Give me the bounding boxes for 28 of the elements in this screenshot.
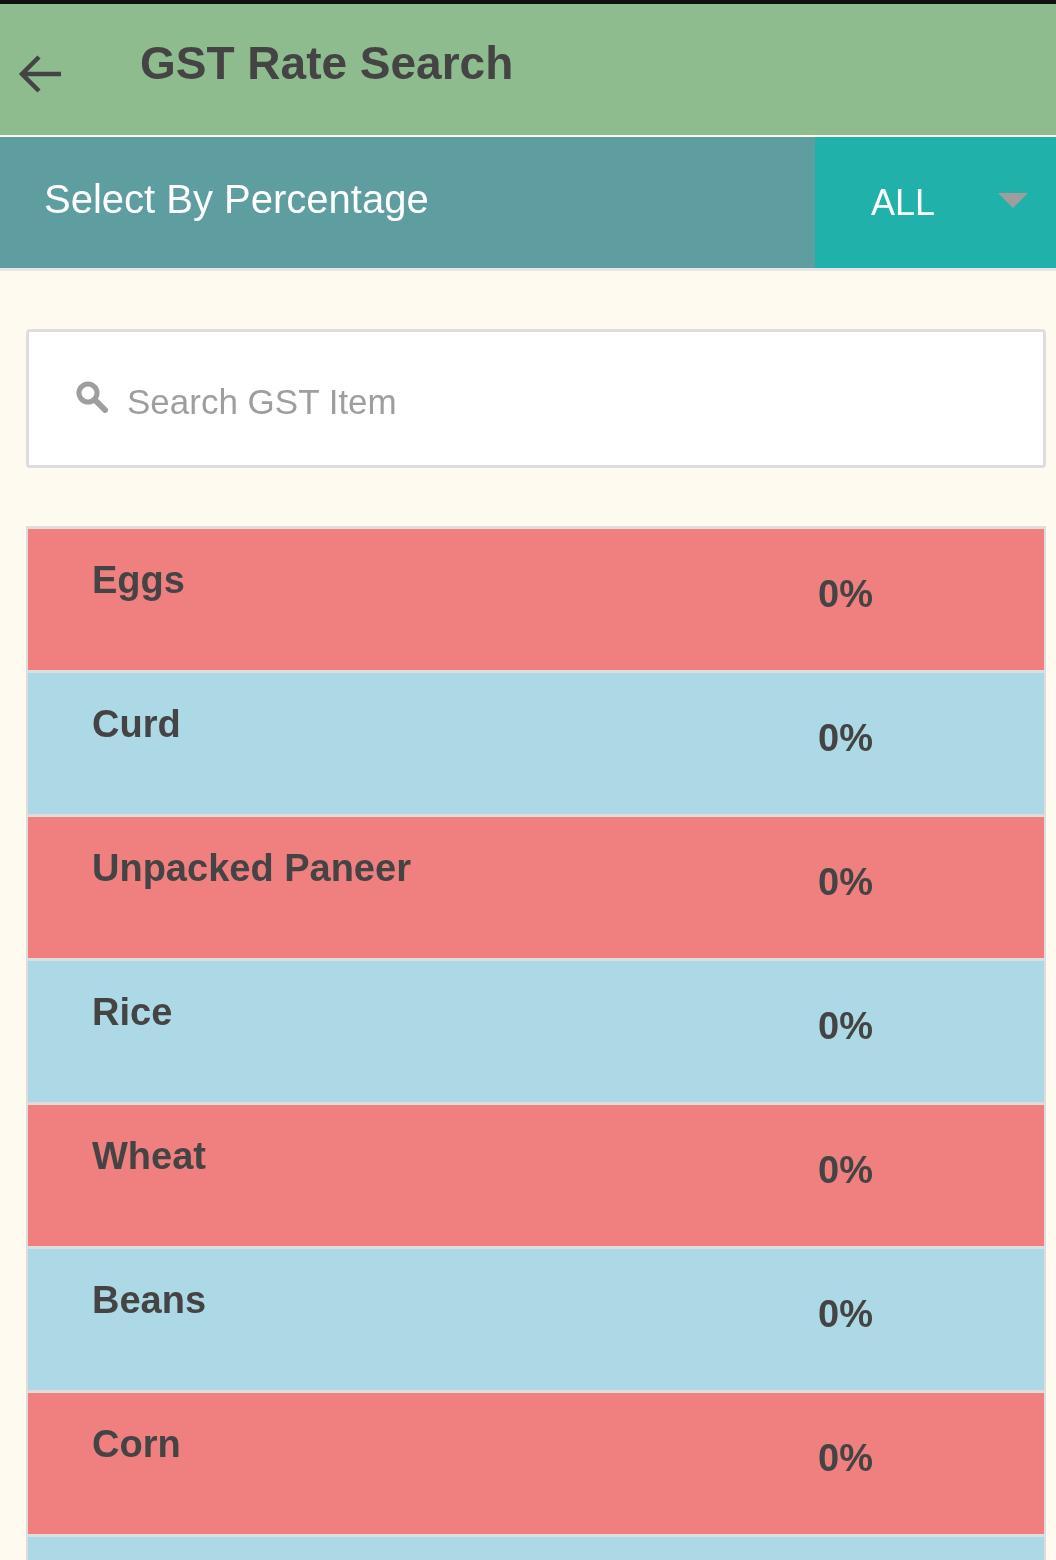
- item-row[interactable]: Wheat 0%: [26, 1105, 1046, 1249]
- back-arrow-icon: [19, 53, 63, 94]
- gst-rate: 0%: [818, 861, 873, 904]
- item-name: Curd: [92, 703, 181, 746]
- item-name: Beans: [92, 1279, 207, 1322]
- filter-label: Select By Percentage: [44, 177, 429, 222]
- gst-rate: 0%: [818, 1293, 873, 1336]
- gst-rate: 0%: [818, 1005, 873, 1048]
- item-row[interactable]: Rice 0%: [26, 961, 1046, 1105]
- item-row[interactable]: Eggs 0%: [26, 529, 1046, 673]
- item-row[interactable]: Unpacked Paneer 0%: [26, 817, 1046, 961]
- item-row[interactable]: Corn 0%: [26, 1393, 1046, 1537]
- search-field[interactable]: Search GST Item: [26, 329, 1046, 468]
- item-name: Rice: [92, 991, 173, 1034]
- gst-rate: 0%: [818, 573, 873, 616]
- gst-rate: 0%: [818, 717, 873, 760]
- item-name: Corn: [92, 1423, 181, 1466]
- item-name: Wheat: [92, 1135, 206, 1178]
- item-name: Unpacked Paneer: [92, 847, 411, 890]
- item-row[interactable]: Curd 0%: [26, 673, 1046, 817]
- item-row[interactable]: Beans 0%: [26, 1249, 1046, 1393]
- gst-rate: 0%: [818, 1437, 873, 1480]
- item-name: Eggs: [92, 559, 185, 602]
- app-title: GST Rate Search: [140, 35, 514, 90]
- search-icon: [76, 381, 108, 413]
- gst-rate: 0%: [818, 1149, 873, 1192]
- dropdown-caret-icon: [998, 193, 1028, 208]
- percentage-dropdown[interactable]: ALL: [815, 137, 1056, 268]
